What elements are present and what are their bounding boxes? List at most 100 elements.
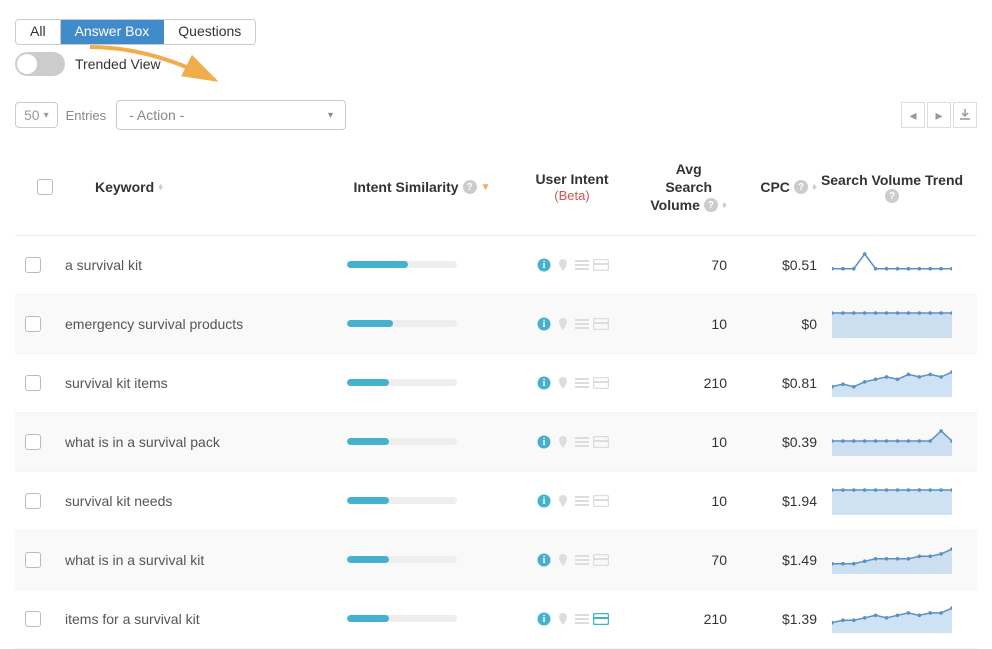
card-icon — [593, 435, 609, 449]
list-icon — [574, 376, 590, 390]
entries-select[interactable]: 50 ▾ — [15, 102, 58, 128]
row-checkbox[interactable] — [25, 434, 41, 450]
trend-cell — [817, 486, 967, 516]
keyword-cell[interactable]: what is in a survival pack — [65, 434, 337, 450]
info-icon[interactable]: i — [536, 612, 552, 626]
avg-cell: 210 — [637, 611, 727, 627]
trend-cell — [817, 250, 967, 280]
table-row: emergency survival products i 10 $0 — [15, 295, 977, 354]
chevron-right-icon: ▸ — [935, 107, 942, 124]
list-icon — [574, 494, 590, 508]
card-icon — [593, 553, 609, 567]
intent-cell — [337, 497, 507, 504]
list-icon — [574, 612, 590, 626]
trended-view-label: Trended View — [75, 56, 161, 72]
table-row: what is in a survival pack i 10 $0.39 — [15, 413, 977, 472]
pin-icon — [555, 612, 571, 626]
svt-header: Search Volume Trend — [821, 171, 963, 189]
intent-bar — [347, 379, 457, 386]
table-row: a survival kit i 70 $0.51 — [15, 236, 977, 295]
col-cpc[interactable]: CPC?♦ — [727, 179, 817, 195]
table-row: items for a survival kit i 210 $1.39 — [15, 590, 977, 649]
svg-text:i: i — [542, 555, 545, 566]
svg-text:i: i — [542, 496, 545, 507]
pagination-controls: ◂ ▸ — [901, 102, 977, 128]
tab-all[interactable]: All — [16, 20, 61, 44]
trend-cell — [817, 604, 967, 634]
avg-cell: 10 — [637, 434, 727, 450]
action-placeholder: - Action - — [129, 107, 184, 123]
select-all-checkbox[interactable] — [37, 179, 53, 195]
sort-icon: ♦ — [722, 199, 727, 212]
row-checkbox[interactable] — [25, 611, 41, 627]
cpc-cell: $1.49 — [727, 552, 817, 568]
info-icon[interactable]: i — [536, 258, 552, 272]
action-select[interactable]: - Action - ▾ — [116, 100, 346, 130]
info-icon[interactable]: i — [536, 553, 552, 567]
row-checkbox[interactable] — [25, 316, 41, 332]
col-intent-similarity[interactable]: Intent Similarity?▼ — [337, 179, 507, 195]
trended-toggle-row: Trended View — [15, 52, 161, 76]
row-checkbox[interactable] — [25, 375, 41, 391]
keyword-cell[interactable]: what is in a survival kit — [65, 552, 337, 568]
avg-l1: Avg — [676, 160, 702, 178]
user-intent-cell: i — [507, 612, 637, 626]
row-select — [25, 434, 65, 450]
help-icon: ? — [463, 180, 477, 194]
cpc-cell: $1.39 — [727, 611, 817, 627]
col-keyword[interactable]: Keyword♦ — [65, 179, 337, 195]
info-icon[interactable]: i — [536, 435, 552, 449]
intent-bar — [347, 615, 457, 622]
tab-answer-box[interactable]: Answer Box — [61, 20, 165, 44]
intent-bar — [347, 438, 457, 445]
info-icon[interactable]: i — [536, 376, 552, 390]
info-icon[interactable]: i — [536, 317, 552, 331]
list-icon — [574, 317, 590, 331]
col-search-volume-trend: Search Volume Trend ? — [817, 171, 967, 203]
keyword-cell[interactable]: survival kit needs — [65, 493, 337, 509]
cpc-header: CPC — [760, 179, 790, 195]
list-icon — [574, 553, 590, 567]
keyword-cell[interactable]: survival kit items — [65, 375, 337, 391]
keyword-table: Keyword♦ Intent Similarity?▼ User Intent… — [15, 140, 977, 649]
col-user-intent: User Intent (Beta) — [507, 170, 637, 205]
keyword-cell[interactable]: items for a survival kit — [65, 611, 337, 627]
row-checkbox[interactable] — [25, 552, 41, 568]
col-select-all — [25, 179, 65, 195]
pin-icon — [555, 317, 571, 331]
avg-cell: 10 — [637, 493, 727, 509]
tab-questions[interactable]: Questions — [164, 20, 255, 44]
intent-cell — [337, 438, 507, 445]
cpc-cell: $0.39 — [727, 434, 817, 450]
table-row: what is in a survival kit i 70 $1.49 — [15, 531, 977, 590]
download-button[interactable] — [953, 102, 977, 128]
row-checkbox[interactable] — [25, 493, 41, 509]
table-header: Keyword♦ Intent Similarity?▼ User Intent… — [15, 140, 977, 236]
avg-cell: 70 — [637, 552, 727, 568]
card-icon — [593, 258, 609, 272]
download-icon — [959, 109, 971, 121]
sort-icon: ♦ — [158, 182, 163, 193]
row-select — [25, 257, 65, 273]
sparkline-chart — [832, 545, 952, 575]
row-checkbox[interactable] — [25, 257, 41, 273]
col-avg-search-volume[interactable]: Avg Search Volume?♦ — [637, 160, 727, 215]
intent-bar — [347, 261, 457, 268]
info-icon[interactable]: i — [536, 494, 552, 508]
keyword-cell[interactable]: emergency survival products — [65, 316, 337, 332]
prev-page-button[interactable]: ◂ — [901, 102, 925, 128]
keyword-cell[interactable]: a survival kit — [65, 257, 337, 273]
avg-l2: Search — [665, 178, 712, 196]
filter-tabs: All Answer Box Questions — [15, 19, 256, 45]
trended-view-toggle[interactable] — [15, 52, 65, 76]
chevron-down-icon: ▾ — [328, 110, 333, 121]
intent-cell — [337, 261, 507, 268]
next-page-button[interactable]: ▸ — [927, 102, 951, 128]
pin-icon — [555, 435, 571, 449]
user-intent-cell: i — [507, 258, 637, 272]
svg-text:i: i — [542, 378, 545, 389]
intent-cell — [337, 615, 507, 622]
intent-sim-header: Intent Similarity — [354, 179, 459, 195]
beta-badge: (Beta) — [554, 188, 589, 205]
sparkline-chart — [832, 368, 952, 398]
